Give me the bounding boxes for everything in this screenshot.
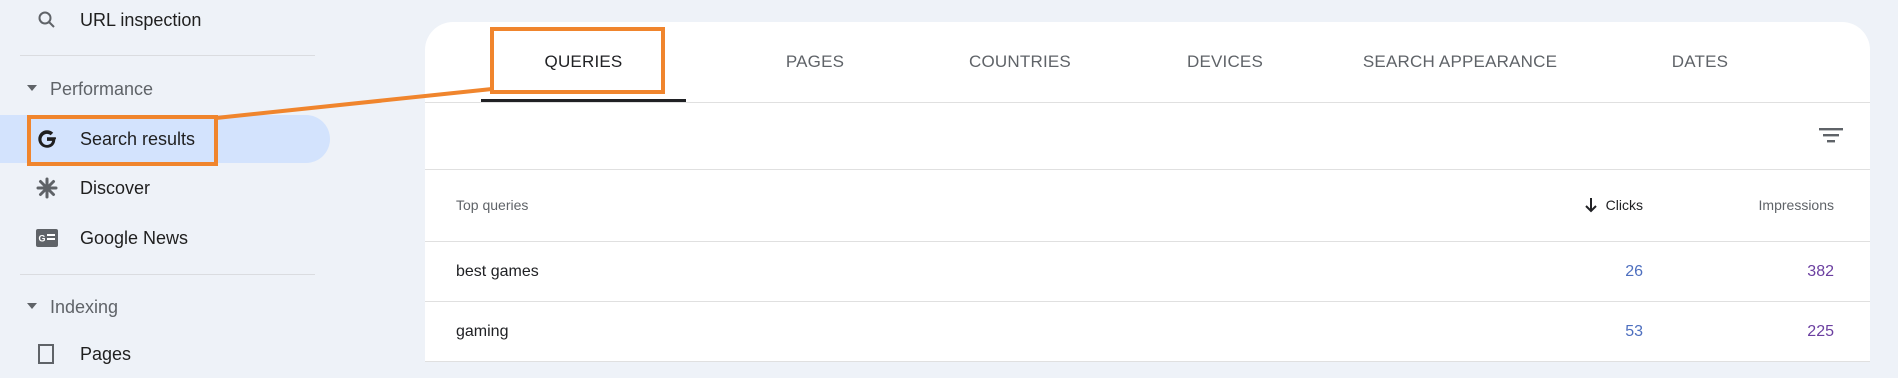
column-header-clicks[interactable]: Clicks <box>1584 169 1643 241</box>
arrow-down-icon <box>1584 197 1598 213</box>
tab-queries[interactable]: QUERIES <box>481 22 686 102</box>
performance-card: QUERIES PAGES COUNTRIES DEVICES SEARCH A… <box>425 22 1870 362</box>
filter-row <box>425 103 1870 170</box>
sidebar-item-google-news[interactable]: G Google News <box>0 214 330 262</box>
query-cell: gaming <box>456 322 509 340</box>
tab-dates[interactable]: DATES <box>1595 22 1805 102</box>
clicks-cell: 26 <box>1625 262 1643 280</box>
divider <box>20 55 315 56</box>
asterisk-icon <box>34 175 60 201</box>
table-row[interactable]: gaming 53 225 <box>425 302 1870 362</box>
sidebar-item-discover[interactable]: Discover <box>0 164 330 212</box>
sidebar-item-label: URL inspection <box>80 9 202 30</box>
caret-down-icon <box>27 85 37 91</box>
table-row[interactable]: best games 26 382 <box>425 242 1870 302</box>
impressions-cell: 382 <box>1807 262 1834 280</box>
tab-pages[interactable]: PAGES <box>715 22 915 102</box>
divider <box>20 274 315 275</box>
google-g-icon <box>34 126 60 152</box>
clicks-cell: 53 <box>1625 322 1643 340</box>
search-icon <box>34 7 60 33</box>
sidebar-item-label: Search results <box>80 128 196 149</box>
tab-devices[interactable]: DEVICES <box>1125 22 1325 102</box>
column-header-impressions[interactable]: Impressions <box>1759 169 1834 241</box>
tab-bar: QUERIES PAGES COUNTRIES DEVICES SEARCH A… <box>425 22 1870 103</box>
tab-search-appearance[interactable]: SEARCH APPEARANCE <box>1325 22 1595 102</box>
section-indexing[interactable]: Indexing <box>0 292 330 322</box>
sidebar-item-label: Pages <box>80 343 132 364</box>
pages-icon <box>34 341 60 367</box>
sidebar-item-search-results[interactable]: Search results <box>0 115 330 163</box>
sidebar: URL inspection Performance Search result… <box>0 0 330 364</box>
tab-countries[interactable]: COUNTRIES <box>915 22 1125 102</box>
query-cell: best games <box>456 262 539 280</box>
impressions-cell: 225 <box>1807 322 1834 340</box>
column-header-clicks-label: Clicks <box>1605 197 1643 213</box>
active-tab-indicator <box>481 99 686 102</box>
caret-down-icon <box>27 303 37 309</box>
table-header: Top queries Clicks Impressions <box>425 169 1870 242</box>
column-header-query[interactable]: Top queries <box>456 169 528 241</box>
sidebar-item-url-inspection[interactable]: URL inspection <box>0 0 330 44</box>
section-label: Performance <box>50 78 154 99</box>
section-performance[interactable]: Performance <box>0 74 330 104</box>
filter-icon[interactable] <box>1818 123 1844 147</box>
section-label: Indexing <box>50 296 119 317</box>
sidebar-item-label: Discover <box>80 177 151 198</box>
svg-text:G: G <box>39 234 46 244</box>
sidebar-item-label: Google News <box>80 227 189 248</box>
sidebar-item-pages[interactable]: Pages <box>0 330 330 378</box>
news-icon: G <box>34 225 60 251</box>
